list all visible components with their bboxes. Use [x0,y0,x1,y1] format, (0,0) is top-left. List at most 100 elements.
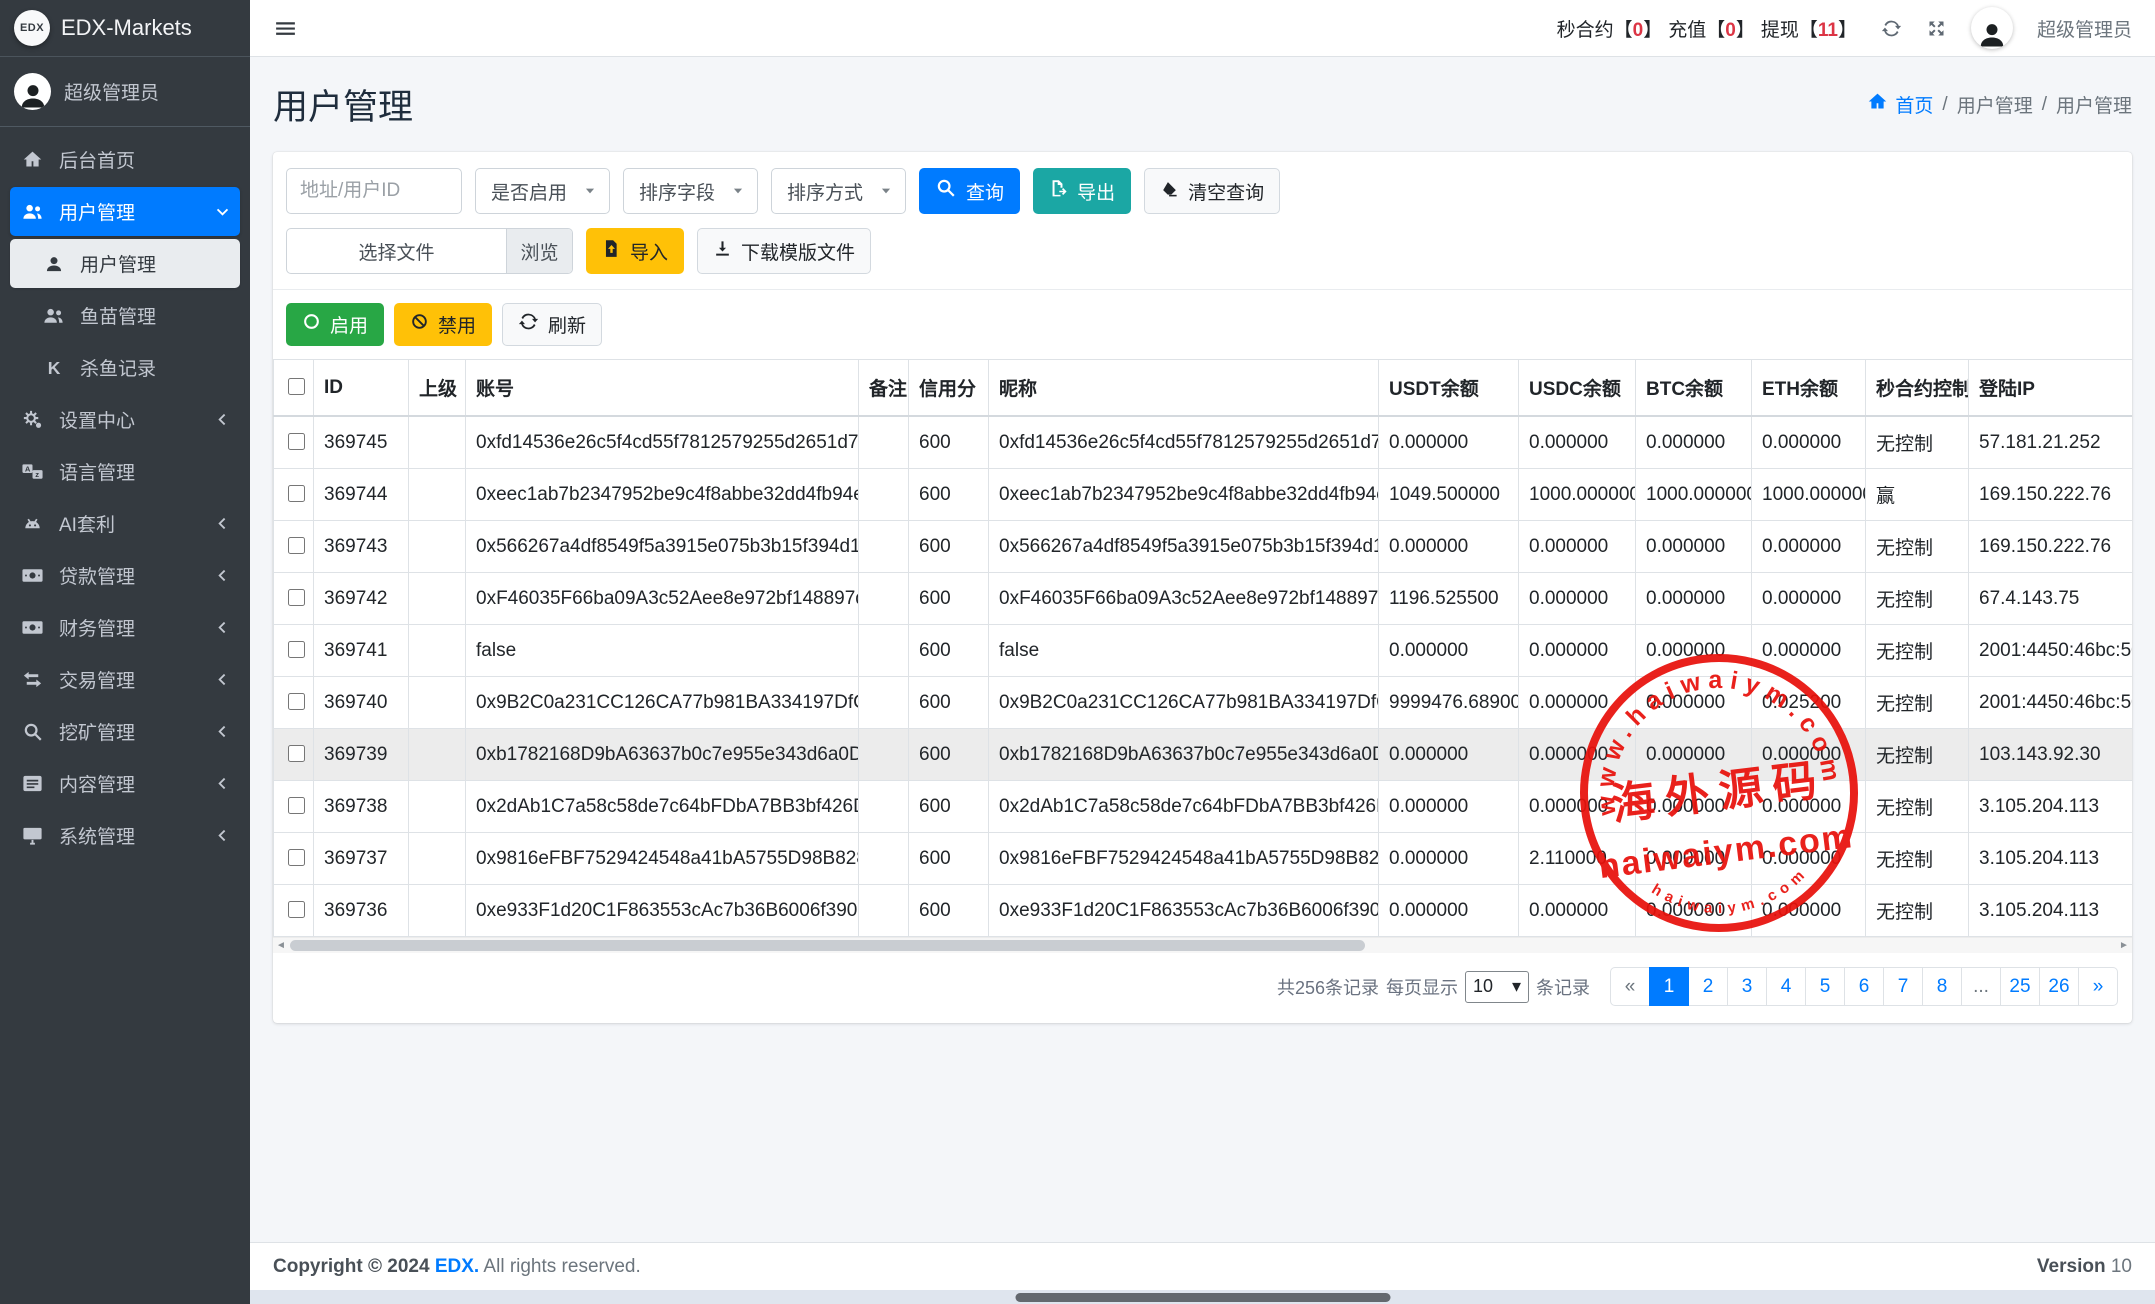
filter-select-sort-order[interactable]: 排序方式 [771,168,906,214]
cell-parent [409,781,466,833]
table-row: 3697420xF46035F66ba09A3c52Aee8e972bf1488… [274,573,2133,625]
sidebar-item-3[interactable]: Az语言管理 [10,447,240,496]
pager-page-3[interactable]: 3 [1727,967,1767,1006]
pager-page-4[interactable]: 4 [1766,967,1806,1006]
col-header-ip: 登陆IP [1969,360,2133,417]
refresh-table-button[interactable]: 刷新 [502,303,602,346]
per-page-select[interactable]: 10 ▾ [1465,971,1529,1003]
file-import-icon [602,239,621,264]
refresh-icon [518,311,539,338]
pager-page-7[interactable]: 7 [1883,967,1923,1006]
sidebar-item-4[interactable]: AI套利 [10,499,240,548]
file-export-icon [1049,179,1068,204]
pager-page-26[interactable]: 26 [2039,967,2079,1006]
fullscreen-icon[interactable] [1926,18,1947,39]
select-all-checkbox[interactable] [288,378,305,395]
topbar-stats: 秒合约【0】充值【0】提现【11】 [1557,15,1857,42]
sidebar-item-1[interactable]: 用户管理 [10,187,240,236]
cell-usdc: 0.000000 [1519,573,1636,625]
topbar-stat-0[interactable]: 秒合约【0】 [1557,15,1663,42]
row-checkbox[interactable] [288,797,305,814]
query-button[interactable]: 查询 [919,168,1020,214]
scroll-right-arrow-icon[interactable]: ► [2116,938,2132,953]
pager-page-25[interactable]: 25 [2000,967,2040,1006]
home-icon [1867,91,1888,118]
filter-select-enabled[interactable]: 是否启用 [475,168,610,214]
brand[interactable]: EDX EDX-Markets [0,0,250,57]
enable-button[interactable]: 启用 [286,303,384,346]
sidebar-item-6[interactable]: 财务管理 [10,603,240,652]
filter-select-sort-field[interactable]: 排序字段 [623,168,758,214]
version: Version 10 [2037,1256,2132,1278]
sidebar-item-9[interactable]: 内容管理 [10,759,240,808]
import-button[interactable]: 导入 [586,228,684,274]
breadcrumb-home-link[interactable]: 首页 [1867,91,1933,118]
cell-btc: 1000.000000 [1636,469,1752,521]
cell-usdt: 0.000000 [1379,729,1519,781]
svg-text:K: K [47,358,60,378]
topbar-avatar[interactable] [1971,7,2013,49]
pager-page-6[interactable]: 6 [1844,967,1884,1006]
sidebar: EDX EDX-Markets 超级管理员 后台首页用户管理用户管理鱼苗管理K杀… [0,0,250,1304]
sidebar-item-10[interactable]: 系统管理 [10,811,240,860]
row-checkbox[interactable] [288,849,305,866]
sidebar-subitem-1-2[interactable]: K杀鱼记录 [10,343,240,392]
browse-button[interactable]: 浏览 [506,229,572,273]
pager-next[interactable]: » [2078,967,2118,1006]
pager-prev[interactable]: « [1610,967,1650,1006]
sidebar-item-2[interactable]: 设置中心 [10,395,240,444]
search-input[interactable] [286,168,462,214]
pager-page-1[interactable]: 1 [1649,967,1689,1006]
sidebar-item-0[interactable]: 后台首页 [10,135,240,184]
cell-btc: 0.000000 [1636,885,1752,937]
sidebar-subitem-1-0[interactable]: 用户管理 [10,239,240,288]
cell-control: 无控制 [1866,573,1969,625]
sidebar-user-panel[interactable]: 超级管理员 [0,57,250,127]
refresh-icon[interactable] [1881,18,1902,39]
cell-note [859,677,909,729]
row-checkbox[interactable] [288,745,305,762]
footer-brand-link[interactable]: EDX. [435,1256,479,1277]
download-template-button[interactable]: 下载模版文件 [697,228,871,274]
users-icon [40,304,67,327]
topbar-stat-2[interactable]: 提现【11】 [1761,15,1857,42]
search-icon [935,177,957,205]
scroll-left-arrow-icon[interactable]: ◄ [273,938,289,953]
table-row: 3697390xb1782168D9bA63637b0c7e955e343d6a… [274,729,2133,781]
sidebar-item-7[interactable]: 交易管理 [10,655,240,704]
cell-parent [409,521,466,573]
horizontal-scrollbar[interactable]: ◄ ► [273,937,2132,953]
pager-page-8[interactable]: 8 [1922,967,1962,1006]
scrollbar-thumb[interactable] [290,940,1365,951]
row-checkbox[interactable] [288,433,305,450]
sidebar-nav: 后台首页用户管理用户管理鱼苗管理K杀鱼记录设置中心Az语言管理AI套利贷款管理财… [0,127,250,871]
disable-button[interactable]: 禁用 [394,303,492,346]
row-checkbox[interactable] [288,589,305,606]
sidebar-item-label: 后台首页 [59,146,135,173]
menu-toggle-icon[interactable] [273,16,298,41]
row-checkbox[interactable] [288,693,305,710]
row-checkbox[interactable] [288,901,305,918]
pager-page-2[interactable]: 2 [1688,967,1728,1006]
sidebar-item-label: AI套利 [59,510,115,537]
file-input[interactable]: 选择文件 [287,229,506,273]
topbar-user-name[interactable]: 超级管理员 [2037,15,2132,42]
cell-note [859,573,909,625]
export-button[interactable]: 导出 [1033,168,1131,214]
topbar-stat-1[interactable]: 充值【0】 [1668,15,1755,42]
sidebar-item-8[interactable]: 挖矿管理 [10,707,240,756]
cell-control: 无控制 [1866,729,1969,781]
cell-id: 369739 [314,729,409,781]
sidebar-item-label: 财务管理 [59,614,135,641]
sidebar-item-5[interactable]: 贷款管理 [10,551,240,600]
pager-page-5[interactable]: 5 [1805,967,1845,1006]
row-checkbox[interactable] [288,641,305,658]
cell-id: 369740 [314,677,409,729]
row-checkbox[interactable] [288,537,305,554]
cell-ip: 67.4.143.75 [1969,573,2133,625]
row-checkbox[interactable] [288,485,305,502]
cell-parent [409,729,466,781]
sidebar-subitem-1-1[interactable]: 鱼苗管理 [10,291,240,340]
cell-btc: 0.000000 [1636,416,1752,469]
clear-query-button[interactable]: 清空查询 [1144,168,1280,214]
